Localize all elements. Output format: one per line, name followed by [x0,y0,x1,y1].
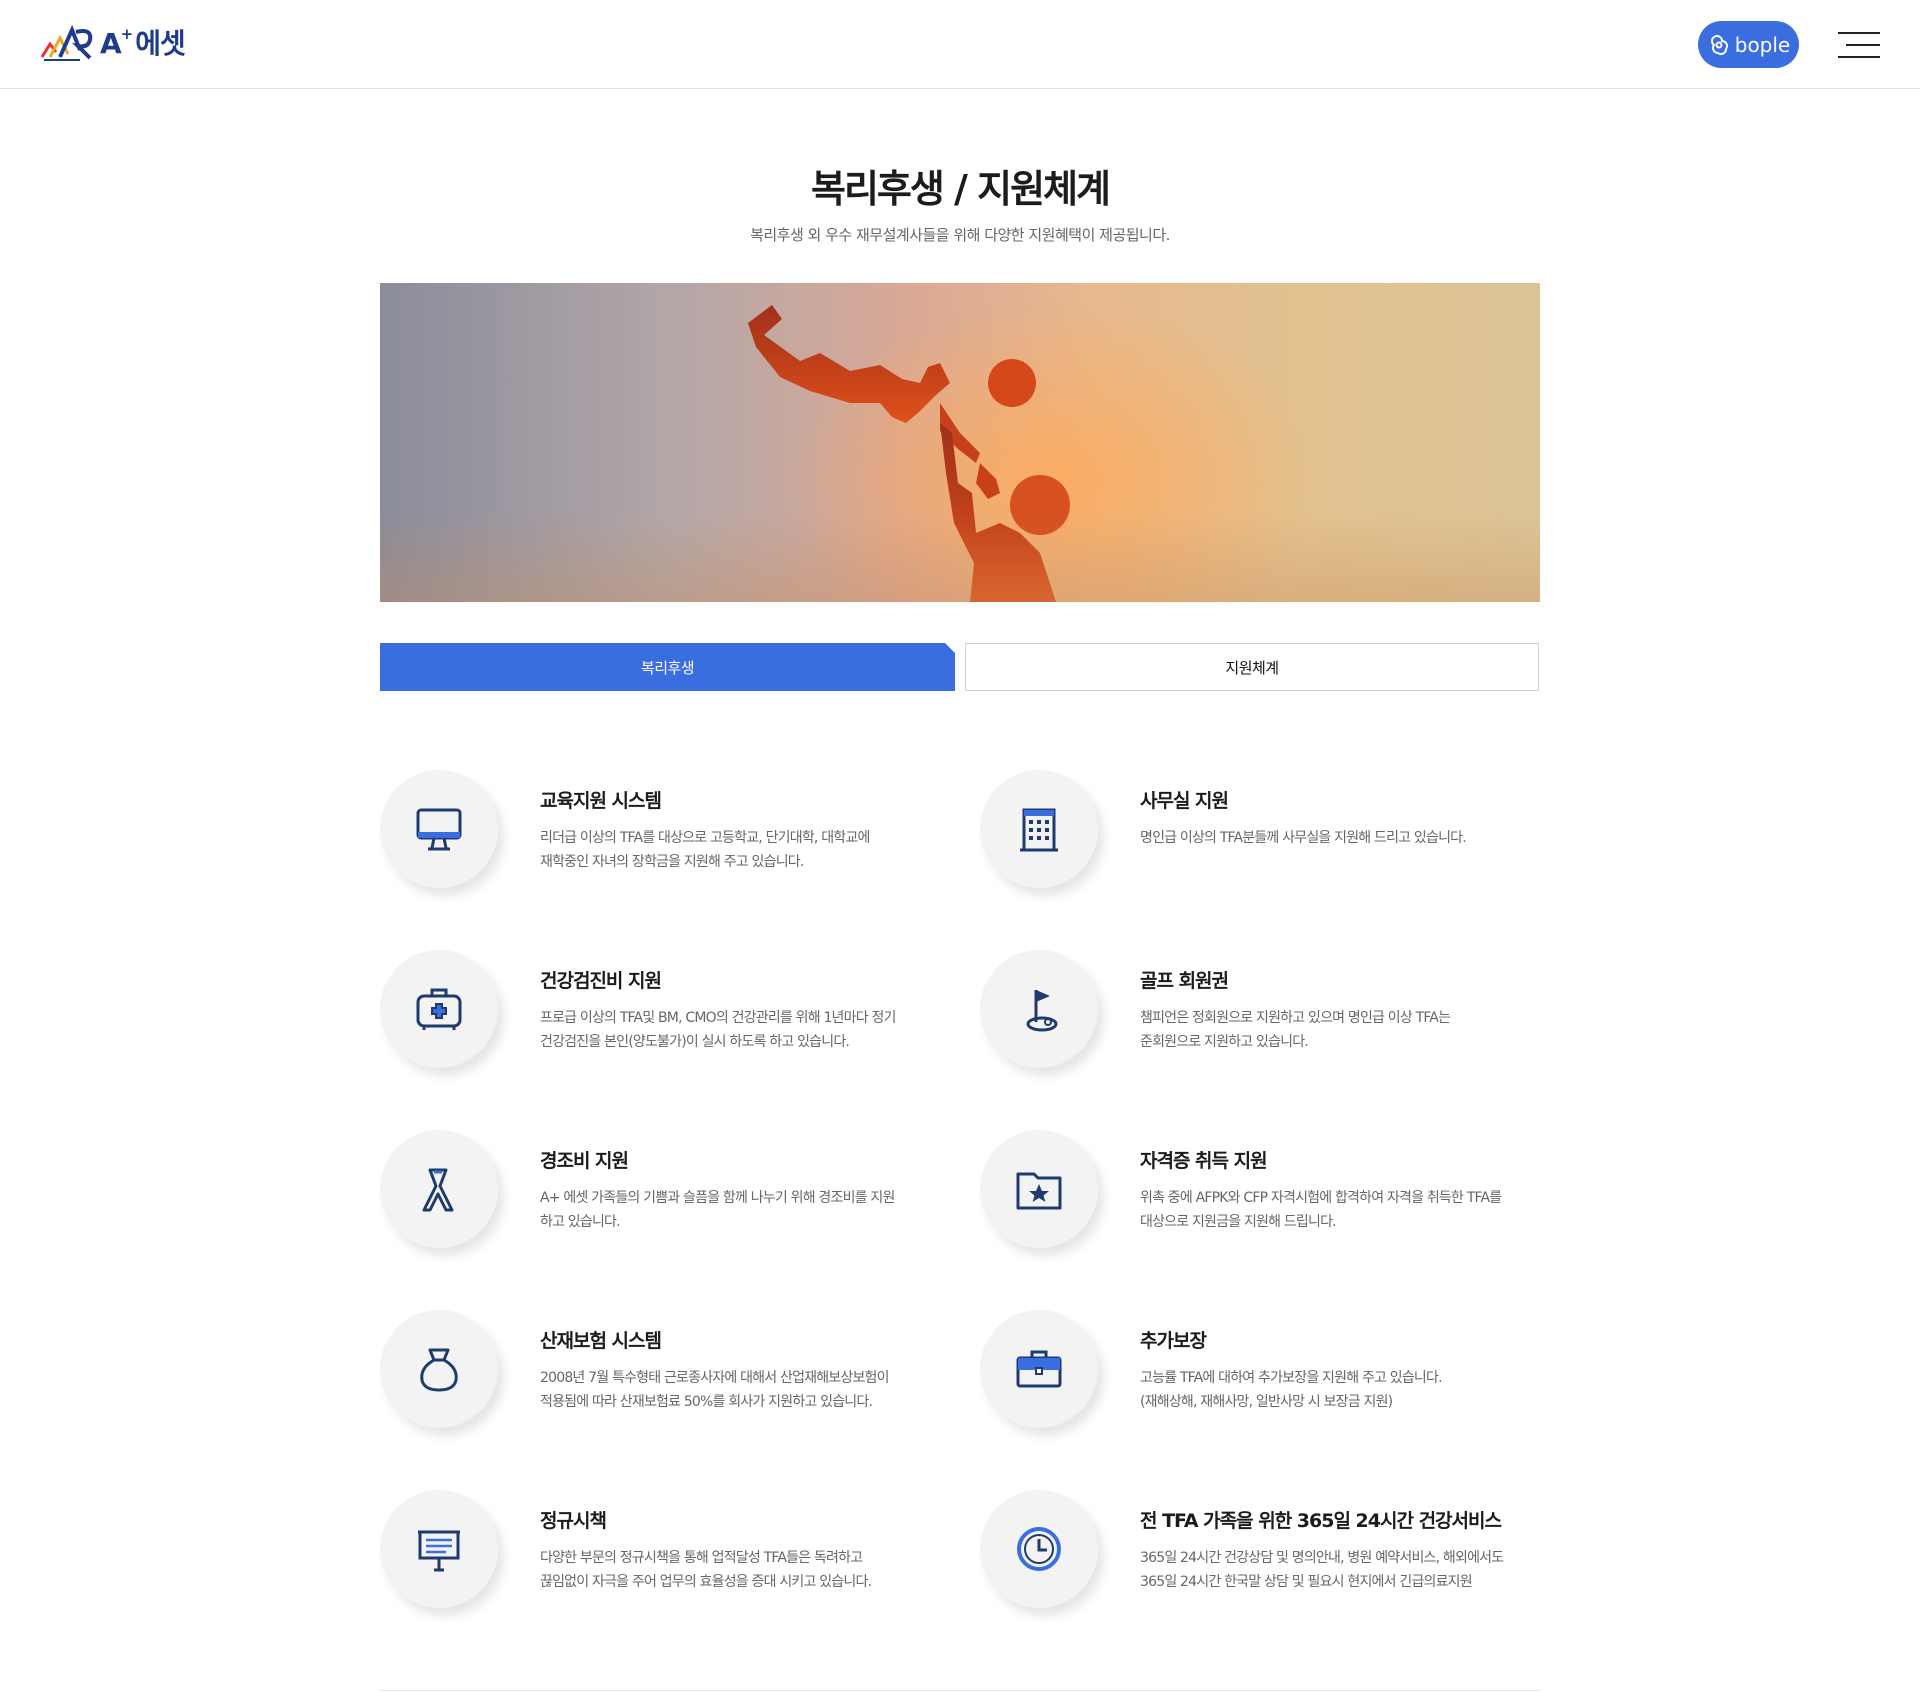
bople-logo-icon [1710,34,1728,55]
benefit-icon-circle [380,1490,498,1608]
benefit-title: 전 TFA 가족을 위한 365일 24시간 건강서비스 [1140,1510,1502,1532]
benefit-item: 전 TFA 가족을 위한 365일 24시간 건강서비스 365일 24시간 건강… [980,1490,1540,1620]
briefcase-icon [1016,1350,1062,1388]
benefit-icon-circle [380,950,498,1068]
benefit-title: 정규시책 [540,1510,607,1532]
father-child-silhouette-image [748,305,1070,602]
menu-line [1846,44,1880,46]
monitor-icon [416,808,462,851]
medical-kit-icon [416,988,462,1030]
benefit-description-line: 적용됨에 따라 산재보험료 50%를 회사가 지원하고 있습니다. [540,1394,873,1410]
benefit-item: 경조비 지원 A+ 에셋 가족들의 기쁨과 슬픔을 함께 나누기 위해 경조비를 … [380,1130,940,1260]
logo-mark-letter: A [100,27,122,60]
benefit-description-line: (재해상해, 재해사망, 일반사망 시 보장금 지원) [1140,1394,1393,1410]
benefit-description-line: 365일 24시간 한국말 상담 및 필요시 현지에서 긴급의료지원 [1140,1574,1473,1590]
hamburger-menu-button[interactable] [1836,28,1880,62]
benefit-title: 사무실 지원 [1140,790,1229,812]
benefit-description: 프로급 이상의 TFA및 BM, CMO의 건강관리를 위해 1년마다 정기건강… [540,1006,960,1054]
clock-icon [1017,1527,1061,1571]
benefit-description: 위촉 중에 AFPK와 CFP 자격시험에 합격하여 자격을 취득한 TFA를대… [1140,1186,1560,1234]
benefit-item: 자격증 취득 지원위촉 중에 AFPK와 CFP 자격시험에 합격하여 자격을 … [980,1130,1540,1260]
star-folder-icon [1016,1172,1062,1210]
benefit-description: A+ 에셋 가족들의 기쁨과 슬픔을 함께 나누기 위해 경조비를 지원하고 있… [540,1186,960,1234]
ribbon-icon [422,1168,454,1212]
benefit-icon-circle [380,1130,498,1248]
benefit-description-line: 365일 24시간 건강상담 및 명의안내, 병원 예약서비스, 해외에서도 [1140,1550,1504,1566]
menu-line [1838,32,1880,34]
logo-mark-sup: + [120,24,134,43]
golf-flag-icon [1026,990,1058,1032]
money-bag-icon [420,1348,458,1392]
benefit-item: 추가보장고능률 TFA에 대하여 추가보장을 지원해 주고 있습니다. (재해상해… [980,1310,1540,1440]
logo-mark-icon [40,24,93,61]
benefit-description: 다양한 부문의 정규시책을 통해 업적달성 TFA들은 독려하고끊임없이 자극을… [540,1546,960,1594]
benefit-title: 산재보험 시스템 [540,1330,662,1352]
benefit-title: 경조비 지원 [540,1150,629,1172]
tab-welfare[interactable]: 복리후생 [380,643,955,691]
logo-wordmark[interactable]: A+ 에셋 [100,22,186,62]
benefit-item: 산재보험 시스템 2008년 7월 특수형태 근로종사자에 대해서 산업재해보상보… [380,1310,940,1440]
benefit-item: 사무실 지원명인급 이상의 TFA분들께 사무실을 지원해 드리고 있습니다. [980,770,1540,900]
page-title: 복리후생 / 지원체계 [810,167,1111,211]
bople-label: bople [1734,32,1791,57]
benefit-description-line: A+ 에셋 가족들의 기쁨과 슬픔을 함께 나누기 위해 경조비를 지원 [540,1190,895,1206]
benefit-description-line: 2008년 7월 특수형태 근로종사자에 대해서 산업재해보상보험이 [540,1370,890,1386]
benefit-item: 교육지원 시스템리더급 이상의 TFA를 대상으로 고등학교, 단기대학, 대학… [380,770,940,900]
logo-name: 에셋 [135,27,186,60]
benefit-title: 골프 회원권 [1140,970,1229,992]
benefit-description-line: 챔피언은 정회원으로 지원하고 있으며 명인급 이상 TFA는 [1140,1010,1451,1026]
benefit-title: 건강검진비 지원 [540,970,662,992]
benefit-icon-circle [980,1130,1098,1248]
benefit-description: 365일 24시간 건강상담 및 명의안내, 병원 예약서비스, 해외에서도 36… [1140,1546,1560,1594]
benefit-description-line: 하고 있습니다. [540,1214,621,1230]
benefit-description-line: 프로급 이상의 TFA및 BM, CMO의 건강관리를 위해 1년마다 정기 [540,1010,896,1026]
benefit-icon-circle [980,1490,1098,1608]
site-header: A+ 에셋 bople [0,0,1920,89]
benefit-title: 추가보장 [1140,1330,1207,1352]
benefit-title: 교육지원 시스템 [540,790,662,812]
benefit-description-line: 끊임없이 자극을 주어 업무의 효율성을 증대 시키고 있습니다. [540,1574,872,1590]
benefit-icon-circle [980,770,1098,888]
page-subtitle: 복리후생 외 우수 재무설계사들을 위해 다양한 지원혜택이 제공됩니다. [750,226,1170,244]
benefit-description: 리더급 이상의 TFA를 대상으로 고등학교, 단기대학, 대학교에재학중인 자… [540,826,960,874]
bople-button[interactable]: bople [1698,21,1799,68]
benefit-description-line: 대상으로 지원금을 지원해 드립니다. [1140,1214,1337,1230]
benefit-icon-circle [380,1310,498,1428]
benefit-description-line: 준회원으로 지원하고 있습니다. [1140,1034,1309,1050]
benefit-description: 명인급 이상의 TFA분들께 사무실을 지원해 드리고 있습니다. [1140,826,1560,850]
benefit-item: 골프 회원권챔피언은 정회원으로 지원하고 있으며 명인급 이상 TFA는준회원… [980,950,1540,1080]
benefit-description-line: 리더급 이상의 TFA를 대상으로 고등학교, 단기대학, 대학교에 [540,830,870,846]
bottom-divider [380,1690,1540,1691]
benefit-description: 챔피언은 정회원으로 지원하고 있으며 명인급 이상 TFA는준회원으로 지원하… [1140,1006,1560,1054]
hero-image [380,283,1540,602]
menu-line [1838,56,1880,58]
presentation-board-icon [418,1530,460,1572]
benefit-icon-circle [980,950,1098,1068]
benefit-item: 건강검진비 지원프로급 이상의 TFA및 BM, CMO의 건강관리를 위해 1… [380,950,940,1080]
benefit-description-line: 고능률 TFA에 대하여 추가보장을 지원해 주고 있습니다. [1140,1370,1443,1386]
benefit-title: 자격증 취득 지원 [1140,1150,1268,1172]
benefit-description-line: 건강검진을 본인(양도불가)이 실시 하도록 하고 있습니다. [540,1034,850,1050]
building-icon [1020,808,1058,852]
benefit-description: 고능률 TFA에 대하여 추가보장을 지원해 주고 있습니다. (재해상해, 재해… [1140,1366,1560,1414]
benefit-description-line: 위촉 중에 AFPK와 CFP 자격시험에 합격하여 자격을 취득한 TFA를 [1140,1190,1502,1206]
benefit-description-line: 명인급 이상의 TFA분들께 사무실을 지원해 드리고 있습니다. [1140,830,1467,846]
benefit-icon-circle [380,770,498,888]
tab-support-system[interactable]: 지원체계 [965,643,1539,691]
benefit-description-line: 다양한 부문의 정규시책을 통해 업적달성 TFA들은 독려하고 [540,1550,863,1566]
benefit-description-line: 재학중인 자녀의 장학금을 지원해 주고 있습니다. [540,854,804,870]
benefit-item: 정규시책다양한 부문의 정규시책을 통해 업적달성 TFA들은 독려하고끊임없이… [380,1490,940,1620]
benefit-icon-circle [980,1310,1098,1428]
benefit-description: 2008년 7월 특수형태 근로종사자에 대해서 산업재해보상보험이적용됨에 따… [540,1366,960,1414]
